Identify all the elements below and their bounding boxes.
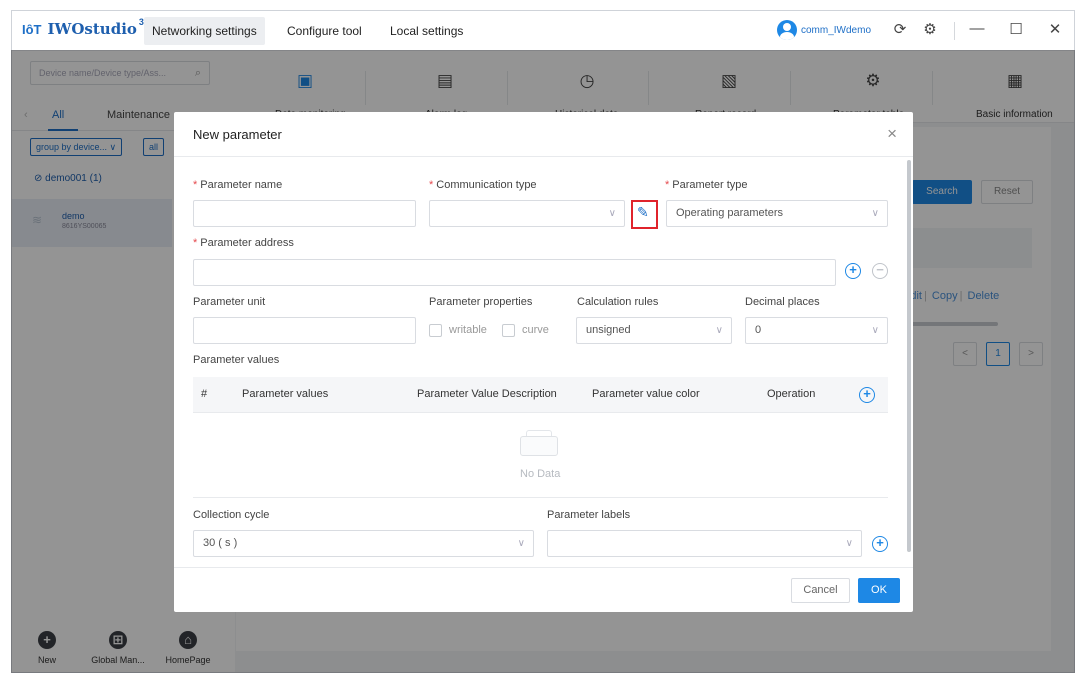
- param-type-select[interactable]: Operating parameters ∨: [666, 200, 888, 227]
- brand: IȏT IWOstudio 3.0: [22, 17, 151, 38]
- chevron-down-icon: ∨: [871, 325, 879, 336]
- new-parameter-dialog: New parameter × * Parameter name * Communi…: [174, 112, 913, 612]
- th-index: #: [201, 388, 208, 400]
- param-type-value: Operating parameters: [676, 207, 783, 219]
- dialog-footer-divider: [174, 567, 913, 568]
- cancel-button[interactable]: Cancel: [791, 578, 850, 603]
- maximize-icon[interactable]: ☐: [1006, 20, 1026, 38]
- curve-label: curve: [522, 324, 549, 336]
- user-avatar-icon: [777, 20, 797, 40]
- app-name: IWOstudio: [47, 20, 137, 38]
- empty-state-text: No Data: [520, 468, 561, 480]
- edit-comm-type-button[interactable]: ✎: [631, 200, 658, 229]
- chevron-down-icon: ∨: [608, 208, 616, 219]
- param-labels-select[interactable]: ∨: [547, 530, 862, 557]
- values-table-header: # Parameter values Parameter Value Descr…: [193, 377, 888, 413]
- iot-logo-icon: IȏT: [22, 21, 42, 37]
- close-window-icon[interactable]: ✕: [1045, 20, 1065, 38]
- user-name: comm_IWdemo: [801, 24, 872, 36]
- decimal-value: 0: [755, 324, 762, 336]
- collection-cycle-label: Collection cycle: [193, 509, 270, 521]
- calc-rules-label: Calculation rules: [577, 296, 659, 308]
- pencil-icon: ✎: [637, 204, 649, 220]
- curve-checkbox[interactable]: [502, 324, 515, 337]
- collection-cycle-value: 30 ( s ): [203, 537, 238, 549]
- tab-configure-tool[interactable]: Configure tool: [279, 17, 370, 45]
- values-section-label: Parameter values: [193, 354, 280, 366]
- th-color: Parameter value color: [592, 388, 700, 400]
- properties-label: Parameter properties: [429, 296, 533, 308]
- writable-label: writable: [449, 324, 487, 336]
- collection-cycle-select[interactable]: 30 ( s ) ∨: [193, 530, 534, 557]
- add-label-icon[interactable]: +: [872, 536, 888, 552]
- comm-type-select[interactable]: ∨: [429, 200, 625, 227]
- chevron-down-icon: ∨: [871, 208, 879, 219]
- add-address-icon[interactable]: +: [845, 263, 861, 279]
- chevron-down-icon: ∨: [715, 325, 723, 336]
- calc-rules-value: unsigned: [586, 324, 631, 336]
- ok-button[interactable]: OK: [858, 578, 900, 603]
- param-unit-input[interactable]: [193, 317, 416, 344]
- param-address-input[interactable]: [193, 259, 836, 286]
- settings-icon[interactable]: ⚙: [920, 20, 940, 38]
- divider: [954, 22, 955, 40]
- user-account[interactable]: comm_IWdemo: [777, 20, 871, 40]
- calc-rules-select[interactable]: unsigned ∨: [576, 317, 732, 344]
- param-name-label: * Parameter name: [193, 179, 283, 191]
- title-bar: IȏT IWOstudio 3.0 Networking settings Co…: [12, 11, 1074, 51]
- th-values: Parameter values: [242, 388, 329, 400]
- dialog-scrollbar[interactable]: [907, 160, 911, 552]
- dialog-title: New parameter: [193, 127, 282, 142]
- close-icon[interactable]: ×: [887, 124, 897, 144]
- comm-type-label: * Communication type: [429, 179, 537, 191]
- decimal-label: Decimal places: [745, 296, 820, 308]
- tab-local-settings[interactable]: Local settings: [382, 17, 471, 45]
- th-operation: Operation: [767, 388, 816, 400]
- decimal-select[interactable]: 0 ∨: [745, 317, 888, 344]
- param-name-input[interactable]: [193, 200, 416, 227]
- refresh-icon[interactable]: ⟳: [890, 20, 910, 38]
- chevron-down-icon: ∨: [845, 538, 853, 549]
- th-description: Parameter Value Description: [417, 388, 557, 400]
- divider: [193, 497, 888, 498]
- empty-inbox-icon: [518, 428, 560, 458]
- remove-address-icon[interactable]: −: [872, 263, 888, 279]
- tab-networking-settings[interactable]: Networking settings: [144, 17, 265, 45]
- param-labels-label: Parameter labels: [547, 509, 631, 521]
- writable-checkbox[interactable]: [429, 324, 442, 337]
- chevron-down-icon: ∨: [517, 538, 525, 549]
- param-unit-label: Parameter unit: [193, 296, 266, 308]
- add-value-row-icon[interactable]: +: [859, 387, 875, 403]
- param-type-label: * Parameter type: [665, 179, 748, 191]
- dialog-header: New parameter ×: [174, 112, 913, 157]
- minimize-icon[interactable]: —: [967, 20, 987, 37]
- param-address-label: * Parameter address: [193, 237, 294, 249]
